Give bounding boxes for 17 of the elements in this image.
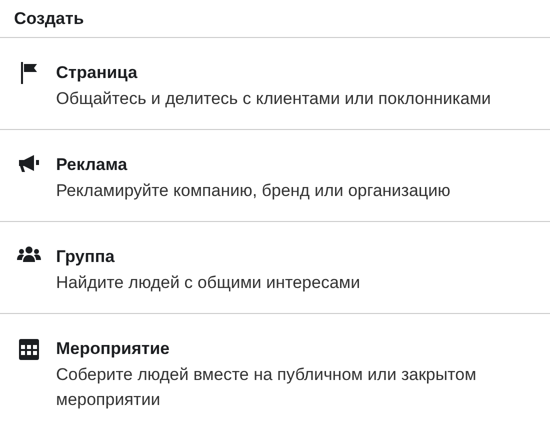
option-description: Общайтесь и делитесь с клиентами или поклонниками (56, 88, 491, 110)
create-option[interactable]: Мероприятие Соберите людей вместе на публичном или закрытом мероприятии (0, 314, 550, 430)
calendar-icon (19, 338, 39, 360)
option-title: Группа (56, 246, 116, 268)
option-description: Найдите людей с общими интересами (56, 272, 360, 294)
header-title: Создать (14, 8, 84, 30)
create-option[interactable]: Группа Найдите людей с общими интересами (0, 222, 550, 314)
people-icon (17, 246, 41, 262)
option-description: Рекламируйте компанию, бренд или организацию (56, 180, 450, 202)
option-description: Соберите людей вместе на публичном или закрытом мероприятии (56, 364, 478, 411)
option-title: Страница (56, 62, 138, 84)
create-option[interactable]: Страница Общайтесь и делитесь с клиентами или поклонниками (0, 38, 550, 130)
megaphone-icon (18, 154, 40, 174)
flag-icon (20, 62, 38, 84)
option-title: Мероприятие (56, 338, 171, 360)
create-option[interactable]: Реклама Рекламируйте компанию, бренд или организацию (0, 130, 550, 222)
option-title: Реклама (56, 154, 128, 176)
